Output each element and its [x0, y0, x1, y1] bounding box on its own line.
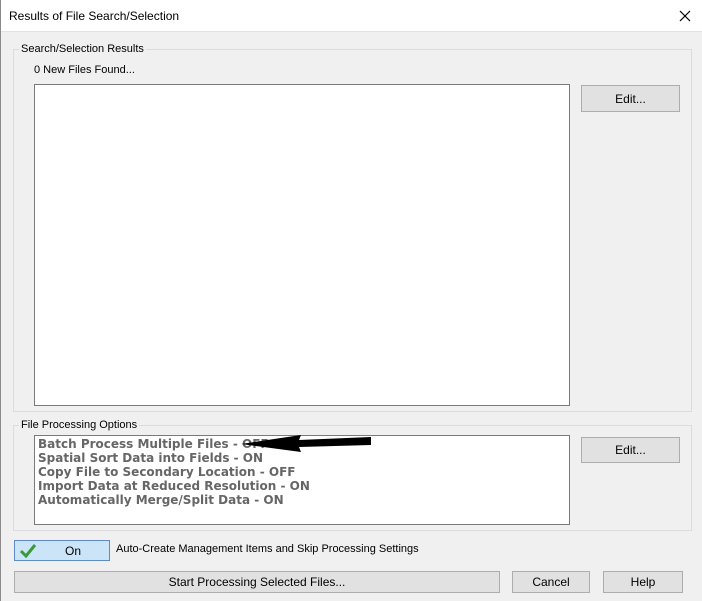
option-copy-secondary: Copy File to Secondary Location - OFF: [38, 465, 296, 479]
search-edit-button[interactable]: Edit...: [581, 85, 680, 112]
close-icon: [679, 10, 691, 22]
close-button[interactable]: [668, 0, 702, 32]
start-processing-button[interactable]: Start Processing Selected Files...: [14, 571, 500, 593]
processing-options-group-label: File Processing Options: [19, 418, 140, 432]
toggle-label: On: [65, 544, 82, 558]
title-bar: Results of File Search/Selection: [1, 0, 702, 32]
cancel-button[interactable]: Cancel: [512, 571, 590, 593]
search-results-group-label: Search/Selection Results: [19, 42, 146, 56]
option-reduced-resolution: Import Data at Reduced Resolution - ON: [38, 479, 310, 493]
files-found-status: 0 New Files Found...: [34, 64, 135, 76]
check-icon: [19, 544, 37, 558]
processing-edit-button[interactable]: Edit...: [581, 437, 680, 463]
window-title: Results of File Search/Selection: [9, 9, 180, 23]
auto-create-toggle[interactable]: On: [14, 540, 110, 561]
arrow-annotation-icon: [241, 435, 371, 452]
dialog-window: Results of File Search/Selection Search/…: [0, 0, 702, 601]
help-button[interactable]: Help: [603, 571, 683, 593]
option-merge-split: Automatically Merge/Split Data - ON: [38, 493, 284, 507]
file-results-list[interactable]: [34, 84, 570, 406]
auto-create-description: Auto-Create Management Items and Skip Pr…: [116, 543, 419, 555]
